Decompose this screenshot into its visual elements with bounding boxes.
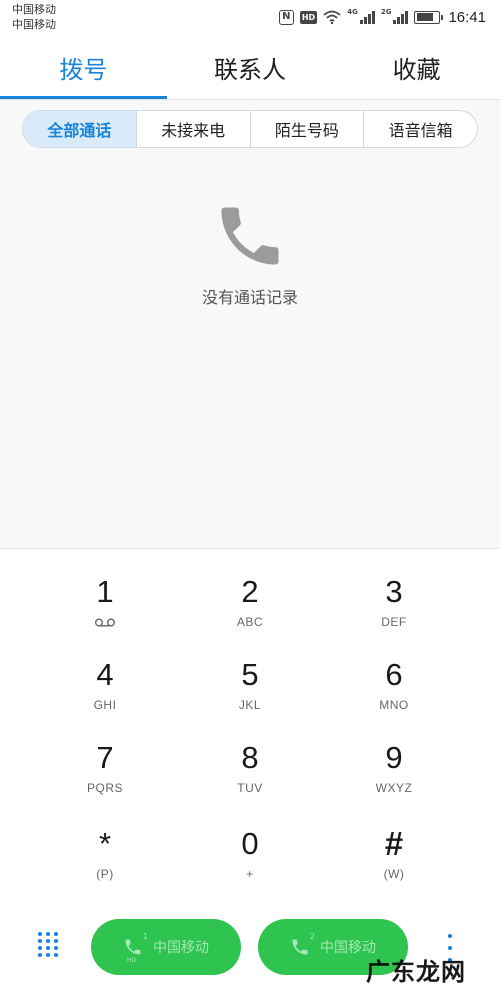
filter-unknown-numbers[interactable]: 陌生号码 [249, 111, 364, 147]
call-sim1-label: 中国移动 [153, 940, 209, 956]
filter-missed-calls[interactable]: 未接来电 [135, 111, 250, 147]
dialpad-key-5[interactable]: 5 JKL [190, 657, 310, 729]
dialpad-key-hash[interactable]: # (W) [334, 826, 454, 898]
sim-number: 1 [142, 932, 148, 941]
key-letters: + [246, 867, 254, 881]
status-bar: 中国移动 中国移动 N HD 4G 2G 16:41 [0, 0, 500, 36]
main-tabs: 拨号 联系人 收藏 [0, 36, 500, 100]
key-letters: (W) [383, 867, 405, 881]
hd-voice-icon: HD [299, 10, 318, 24]
filter-all-calls[interactable]: 全部通话 [23, 111, 136, 147]
key-letters: ABC [236, 615, 264, 629]
phone-icon [221, 207, 279, 265]
dialpad-toggle-icon[interactable] [38, 932, 62, 962]
nfc-icon: N [278, 9, 294, 25]
dialpad-key-8[interactable]: 8 TUV [190, 740, 310, 812]
watermark: 广东龙网 [366, 958, 466, 986]
key-letters: DEF [381, 615, 407, 629]
key-digit: 2 [241, 574, 259, 609]
dialpad-key-1[interactable]: 1 [45, 574, 165, 646]
dialpad-key-9[interactable]: 9 WXYZ [334, 740, 454, 812]
signal-1-icon [359, 10, 375, 24]
key-letters: WXYZ [375, 781, 413, 795]
filter-voicemail[interactable]: 语音信箱 [363, 111, 477, 147]
key-letters: TUV [237, 781, 263, 795]
call-sim2-icon: 2 [290, 932, 315, 957]
key-letters: JKL [238, 698, 262, 712]
dialpad-key-6[interactable]: 6 MNO [334, 657, 454, 729]
network-2g-label: 2G [380, 8, 392, 16]
key-digit: * [98, 826, 112, 861]
dialpad-key-star[interactable]: * (P) [45, 826, 165, 898]
key-letters: PQRS [86, 781, 123, 795]
key-digit: 0 [241, 826, 259, 861]
dialpad-key-2[interactable]: 2 ABC [190, 574, 310, 646]
key-letters: MNO [379, 698, 409, 712]
status-icons: N HD 4G 2G 16:41 [278, 7, 486, 27]
key-letters: GHI [93, 698, 117, 712]
clock: 16:41 [448, 8, 486, 26]
carrier-2-label: 中国移动 [12, 18, 56, 31]
carrier-1-label: 中国移动 [12, 3, 56, 16]
key-digit: 7 [96, 740, 114, 775]
voicemail-icon [95, 618, 115, 627]
wifi-icon [323, 10, 341, 24]
tab-contacts[interactable]: 联系人 [167, 36, 334, 99]
call-sim1-icon: 1 HD [123, 932, 148, 964]
hd-label: HD [127, 957, 137, 964]
signal-2-icon [393, 10, 409, 24]
key-digit: # [384, 825, 404, 862]
active-tab-indicator [0, 96, 167, 99]
empty-call-log-text: 没有通话记录 [201, 288, 298, 307]
dialpad-key-3[interactable]: 3 DEF [334, 574, 454, 646]
key-digit: 5 [241, 657, 259, 692]
network-4g-label: 4G [347, 8, 358, 16]
dialpad-key-0[interactable]: 0 + [190, 826, 310, 898]
phone-icon [292, 939, 308, 955]
phone-icon [125, 939, 141, 955]
sim-number: 2 [309, 932, 315, 941]
dialpad-key-4[interactable]: 4 GHI [45, 657, 165, 729]
battery-level [416, 13, 433, 21]
key-digit: 1 [96, 574, 114, 609]
tab-favorites[interactable]: 收藏 [333, 36, 500, 99]
call-sim1-button[interactable]: 1 HD 中国移动 [91, 919, 241, 975]
battery-icon [414, 10, 444, 24]
tab-dialer[interactable]: 拨号 [0, 36, 167, 99]
key-digit: 3 [385, 574, 403, 609]
key-letters: (P) [96, 867, 114, 881]
key-digit: 6 [385, 657, 403, 692]
key-digit: 8 [241, 740, 259, 775]
key-digit: 4 [96, 657, 114, 692]
call-filter-segment: 全部通话 未接来电 陌生号码 语音信箱 [22, 110, 478, 148]
key-digit: 9 [385, 740, 403, 775]
dialpad-key-7[interactable]: 7 PQRS [45, 740, 165, 812]
